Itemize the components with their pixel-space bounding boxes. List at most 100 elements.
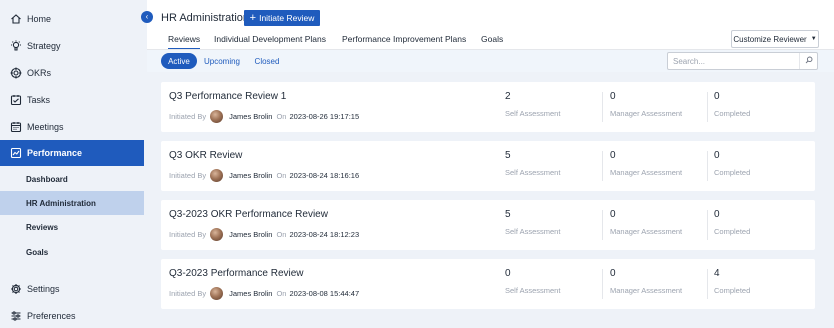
plus-icon: + — [249, 11, 257, 24]
completed-stat: 0 Completed — [714, 91, 814, 123]
sidebar-subitem-hr-administration[interactable]: HR Administration — [0, 191, 144, 215]
sidebar-item-performance[interactable]: Performance — [0, 140, 144, 166]
on-label: On — [276, 229, 287, 239]
manager-assessment-label: Manager Assessment — [610, 109, 683, 118]
manager-assessment-count: 0 — [610, 209, 616, 220]
search-button[interactable] — [799, 53, 817, 69]
divider — [707, 210, 708, 240]
initiator-name: James Brolin — [229, 170, 273, 180]
divider — [602, 210, 603, 240]
gear-icon — [10, 283, 22, 295]
initiator-name: James Brolin — [229, 229, 273, 239]
completed-count: 4 — [714, 268, 720, 279]
manager-assessment-stat: 0 Manager Assessment — [610, 91, 710, 123]
self-assessment-label: Self Assessment — [505, 168, 561, 177]
sidebar-subitem-dashboard[interactable]: Dashboard — [0, 167, 144, 191]
review-title: Q3 Performance Review 1 — [169, 91, 287, 102]
sidebar-item-tasks[interactable]: Tasks — [0, 87, 144, 113]
on-label: On — [276, 288, 287, 298]
self-assessment-count: 5 — [505, 209, 511, 220]
calendar-icon — [10, 121, 22, 133]
completed-stat: 4 Completed — [714, 268, 814, 300]
manager-assessment-label: Manager Assessment — [610, 168, 683, 177]
review-meta: Initiated By James Brolin On 2023-08-24 … — [169, 227, 359, 241]
sidebar-item-meetings[interactable]: Meetings — [0, 114, 144, 140]
page-title: HR Administration — [161, 12, 250, 24]
initiate-review-button[interactable]: + Initiate Review — [244, 10, 320, 26]
sidebar-subitem-label: HR Administration — [26, 198, 96, 208]
customize-reviewer-button[interactable]: Customize Reviewer ▼ — [731, 30, 819, 48]
review-meta: Initiated By James Brolin On 2023-08-08 … — [169, 286, 359, 300]
sidebar-item-label: Tasks — [27, 95, 51, 105]
avatar — [210, 168, 224, 182]
initiate-review-label: Initiate Review — [259, 13, 315, 23]
completed-stat: 0 Completed — [714, 150, 814, 182]
review-card[interactable]: Q3-2023 OKR Performance Review Initiated… — [161, 200, 815, 250]
completed-label: Completed — [714, 109, 751, 118]
review-date: 2023-08-26 19:17:15 — [289, 111, 360, 121]
tab-goals[interactable]: Goals — [481, 34, 503, 44]
sidebar-item-settings[interactable]: Settings — [0, 276, 144, 302]
tab-individual-development-plans[interactable]: Individual Development Plans — [214, 34, 326, 44]
filter-upcoming[interactable]: Upcoming — [201, 53, 243, 69]
sidebar-item-label: Strategy — [27, 41, 61, 51]
divider — [707, 151, 708, 181]
filter-bar: Active Upcoming Closed — [147, 50, 834, 72]
avatar — [210, 227, 224, 241]
manager-assessment-label: Manager Assessment — [610, 286, 683, 295]
review-card[interactable]: Q3 OKR Review Initiated By James Brolin … — [161, 141, 815, 191]
review-card[interactable]: Q3 Performance Review 1 Initiated By Jam… — [161, 82, 815, 132]
sidebar-collapse-button[interactable]: ‹ — [141, 11, 153, 23]
filter-active[interactable]: Active — [161, 53, 197, 69]
chart-icon — [10, 147, 22, 159]
completed-count: 0 — [714, 91, 720, 102]
sidebar-subitem-label: Reviews — [26, 222, 59, 232]
completed-count: 0 — [714, 150, 720, 161]
self-assessment-label: Self Assessment — [505, 227, 561, 236]
avatar — [210, 286, 224, 300]
completed-label: Completed — [714, 286, 751, 295]
manager-assessment-count: 0 — [610, 150, 616, 161]
sidebar-item-okrs[interactable]: OKRs — [0, 60, 144, 86]
tab-performance-improvement-plans[interactable]: Performance Improvement Plans — [342, 34, 466, 44]
sidebar-item-label: Settings — [27, 284, 60, 294]
divider — [602, 151, 603, 181]
initiator-name: James Brolin — [229, 288, 273, 298]
sidebar-item-home[interactable]: Home — [0, 6, 144, 32]
search-input[interactable] — [668, 53, 800, 69]
review-title: Q3 OKR Review — [169, 150, 243, 161]
divider — [602, 269, 603, 299]
manager-assessment-count: 0 — [610, 91, 616, 102]
sidebar-subitem-goals[interactable]: Goals — [0, 240, 144, 264]
sidebar-item-label: Meetings — [27, 122, 64, 132]
initiated-by-label: Initiated By — [169, 111, 207, 121]
caret-down-icon: ▼ — [810, 36, 817, 42]
divider — [707, 92, 708, 122]
target-icon — [10, 67, 22, 79]
self-assessment-label: Self Assessment — [505, 109, 561, 118]
home-icon — [10, 13, 22, 25]
self-assessment-stat: 5 Self Assessment — [505, 150, 605, 182]
sidebar-item-strategy[interactable]: Strategy — [0, 33, 144, 59]
review-title: Q3-2023 Performance Review — [169, 268, 304, 279]
self-assessment-stat: 5 Self Assessment — [505, 209, 605, 241]
filter-closed[interactable]: Closed — [249, 53, 285, 69]
self-assessment-count: 2 — [505, 91, 511, 102]
sidebar-item-label: Preferences — [27, 311, 76, 321]
sidebar: Home Strategy OKRs Tasks Meetings Perfor… — [0, 0, 144, 328]
self-assessment-count: 0 — [505, 268, 511, 279]
sidebar-subitem-label: Goals — [26, 247, 49, 257]
manager-assessment-label: Manager Assessment — [610, 227, 683, 236]
review-meta: Initiated By James Brolin On 2023-08-24 … — [169, 168, 359, 182]
self-assessment-label: Self Assessment — [505, 286, 561, 295]
sidebar-item-preferences[interactable]: Preferences — [0, 303, 144, 328]
sidebar-subitem-reviews[interactable]: Reviews — [0, 215, 144, 239]
self-assessment-stat: 0 Self Assessment — [505, 268, 605, 300]
self-assessment-count: 5 — [505, 150, 511, 161]
search-box — [667, 52, 818, 70]
tab-reviews[interactable]: Reviews — [168, 34, 201, 50]
self-assessment-stat: 2 Self Assessment — [505, 91, 605, 123]
initiated-by-label: Initiated By — [169, 229, 207, 239]
manager-assessment-count: 0 — [610, 268, 616, 279]
review-card[interactable]: Q3-2023 Performance Review Initiated By … — [161, 259, 815, 309]
